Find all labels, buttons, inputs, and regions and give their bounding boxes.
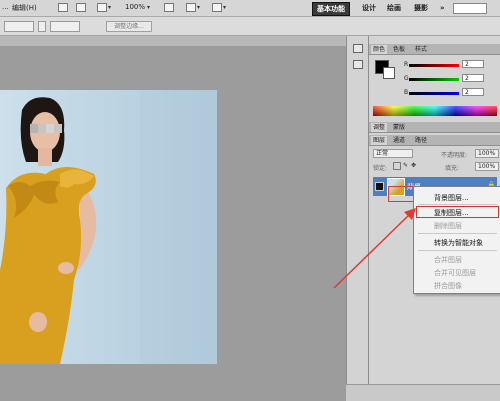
blue-slider[interactable] — [409, 92, 459, 95]
layers-panel-tabs: 图层 通道 路径 — [369, 135, 500, 146]
opacity-label: 不透明度: — [441, 152, 468, 159]
launch-bridge-icon[interactable] — [58, 3, 68, 12]
workspace-more[interactable]: » — [436, 2, 449, 14]
arrange-dropdown-icon[interactable]: ▾ — [197, 4, 200, 11]
blue-value-field[interactable]: 2 — [462, 88, 484, 96]
view-extras-dropdown-icon[interactable]: ▾ — [108, 4, 111, 11]
tab-paths[interactable]: 路径 — [413, 136, 429, 145]
options-bar: 调整边缘... — [0, 17, 500, 36]
blend-mode-select[interactable]: 正常 — [373, 149, 413, 158]
option-field-width[interactable] — [4, 21, 34, 32]
hand-tool-icon[interactable] — [164, 3, 174, 12]
workspace-design[interactable]: 设计 — [358, 2, 380, 14]
arrange-documents-icon[interactable] — [186, 3, 196, 12]
menu-item-convert-smart-object[interactable]: 转换为智能对象 — [434, 238, 483, 248]
menu-item-merge-visible[interactable]: 合并可见图层 — [434, 268, 476, 278]
refine-edge-button[interactable]: 调整边缘... — [106, 21, 152, 32]
fill-label: 填充: — [445, 165, 460, 172]
portrait-photo — [0, 90, 217, 364]
workspace-painting[interactable]: 绘画 — [383, 2, 405, 14]
opacity-field[interactable]: 100% — [475, 149, 499, 158]
menu-partial-left[interactable]: ... — [2, 3, 9, 11]
tab-adjustments[interactable]: 调整 — [371, 123, 388, 132]
menu-item-duplicate-layer[interactable]: 复制图层... — [434, 208, 469, 218]
tab-styles[interactable]: 样式 — [413, 45, 429, 54]
launch-minibridge-icon[interactable] — [76, 3, 86, 12]
menu-bar: ... 编辑(H) ▾ 100% ▾ ▾ ▾ 基本功能 设计 绘画 摄影 » — [0, 0, 500, 17]
green-value-field[interactable]: 2 — [462, 74, 484, 82]
menu-item-flatten-image[interactable]: 拼合图像 — [434, 281, 462, 291]
annotation-arrow — [333, 208, 416, 289]
red-value-field[interactable]: 2 — [462, 60, 484, 68]
lock-pixels-icon[interactable]: ✎ — [403, 162, 408, 169]
history-panel-icon[interactable] — [353, 44, 363, 53]
screen-mode-dropdown-icon[interactable]: ▾ — [223, 4, 226, 11]
screen-mode-icon[interactable] — [212, 3, 222, 12]
tab-layers[interactable]: 图层 — [371, 136, 388, 145]
adjustments-panel-tabs: 调整 蒙版 — [369, 122, 500, 133]
color-spectrum-shade — [373, 106, 497, 116]
red-slider[interactable] — [409, 64, 459, 67]
tab-channels[interactable]: 通道 — [391, 136, 407, 145]
menu-item-delete-layer[interactable]: 删除图层 — [434, 221, 462, 231]
lock-transparency-icon[interactable] — [393, 162, 401, 170]
document-tab-row — [0, 36, 346, 46]
lock-position-icon[interactable]: ✥ — [411, 162, 416, 169]
background-color-swatch[interactable] — [383, 67, 395, 79]
search-input[interactable] — [453, 3, 487, 14]
tab-masks[interactable]: 蒙版 — [391, 123, 407, 132]
slider-label-b: B — [404, 89, 409, 96]
view-extras-icon[interactable] — [97, 3, 107, 12]
panel-bottom-bar — [346, 384, 500, 401]
tab-color[interactable]: 颜色 — [371, 45, 388, 54]
slider-label-g: G — [404, 75, 409, 82]
option-field-height[interactable] — [50, 21, 80, 32]
menu-edit[interactable]: 编辑(H) — [12, 3, 37, 13]
green-slider[interactable] — [409, 78, 459, 81]
eye-visibility-icon[interactable] — [375, 182, 384, 191]
menu-item-background-layer[interactable]: 背景图层... — [434, 193, 469, 203]
properties-panel-icon[interactable] — [353, 60, 363, 69]
workspace-photography[interactable]: 摄影 — [410, 2, 432, 14]
lock-label: 锁定: — [373, 165, 388, 172]
zoom-dropdown-icon[interactable]: ▾ — [147, 4, 150, 11]
zoom-level[interactable]: 100% — [125, 3, 145, 11]
canvas-image — [0, 90, 217, 364]
fill-field[interactable]: 100% — [475, 162, 499, 171]
option-swap-icon[interactable] — [38, 21, 46, 32]
slider-label-r: R — [404, 61, 409, 68]
workspace-essentials[interactable]: 基本功能 — [312, 2, 350, 16]
tab-swatches[interactable]: 色板 — [391, 45, 407, 54]
menu-item-merge-layers[interactable]: 合并图层 — [434, 255, 462, 265]
color-panel-tabs: 颜色 色板 样式 — [369, 44, 500, 55]
